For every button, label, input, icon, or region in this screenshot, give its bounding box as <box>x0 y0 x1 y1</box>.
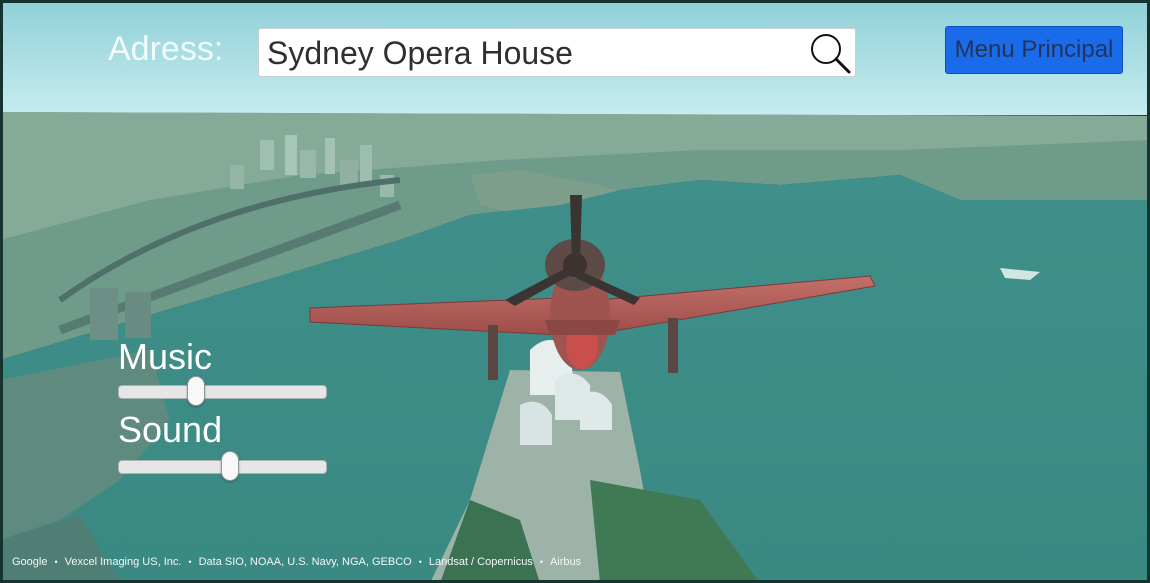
separator-dot: • <box>188 557 192 567</box>
separator-dot: • <box>539 557 543 567</box>
attribution-landsat: Landsat / Copernicus <box>428 556 533 568</box>
separator-dot: • <box>418 557 422 567</box>
flight-view <box>0 0 1150 583</box>
music-label: Music <box>118 336 213 377</box>
magnifier-icon <box>811 34 851 74</box>
attribution-google: Google <box>12 556 48 568</box>
address-input[interactable] <box>267 33 797 73</box>
separator-dot: • <box>54 557 58 567</box>
game-screen: Adress: Menu Principal Music Sound Googl… <box>0 0 1150 583</box>
music-slider-track[interactable] <box>118 385 327 399</box>
music-slider[interactable] <box>118 376 327 406</box>
search-button[interactable] <box>807 31 853 75</box>
sound-slider-thumb[interactable] <box>221 451 240 481</box>
map-attribution: Google • Vexcel Imaging US, Inc. • Data … <box>12 556 581 568</box>
sound-slider[interactable] <box>118 451 327 481</box>
address-label: Adress: <box>108 30 224 68</box>
attribution-data: Data SIO, NOAA, U.S. Navy, NGA, GEBCO <box>198 556 412 568</box>
attribution-vexcel: Vexcel Imaging US, Inc. <box>64 556 182 568</box>
attribution-airbus: Airbus <box>549 556 582 568</box>
sound-label: Sound <box>118 409 223 450</box>
music-slider-thumb[interactable] <box>186 376 205 406</box>
address-field[interactable] <box>258 28 856 77</box>
main-menu-button[interactable]: Menu Principal <box>945 26 1123 74</box>
